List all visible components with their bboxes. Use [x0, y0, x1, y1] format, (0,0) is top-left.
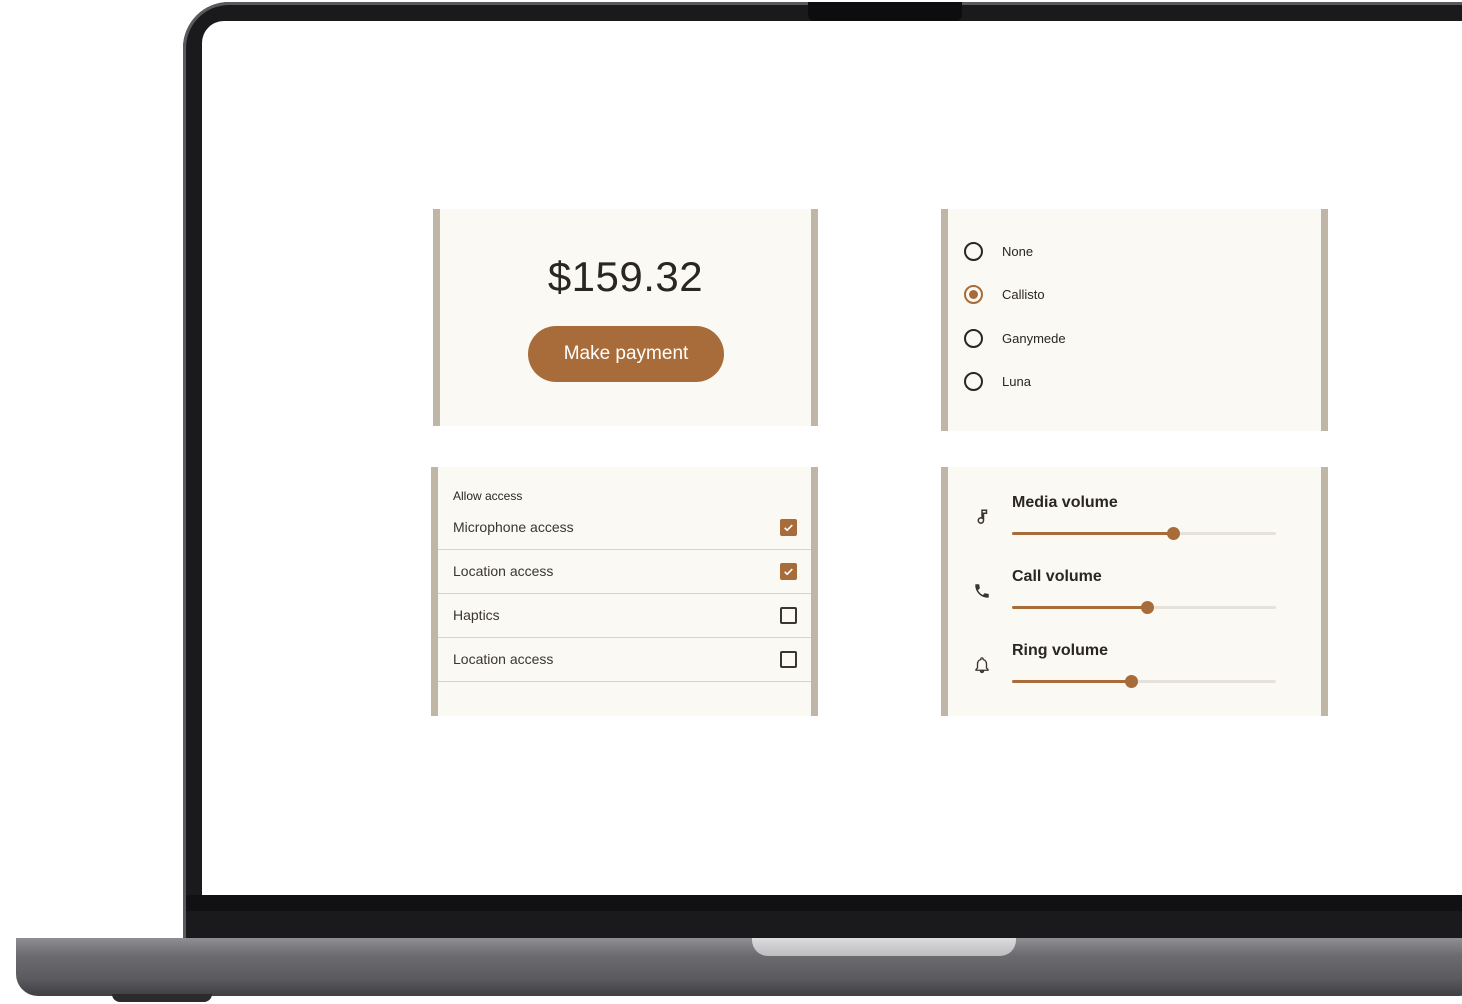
ring-volume-slider[interactable]	[1012, 675, 1276, 688]
payment-amount: $159.32	[547, 253, 704, 300]
access-item-label: Microphone access	[453, 519, 574, 535]
check-icon	[784, 567, 793, 575]
access-item-label: Location access	[453, 651, 554, 667]
radio-option-ganymede[interactable]: Ganymede	[964, 326, 1066, 350]
slider-thumb[interactable]	[1124, 675, 1138, 688]
slider-fill	[1012, 680, 1131, 683]
checkbox-unchecked[interactable]	[780, 650, 797, 668]
access-item-microphone[interactable]: Microphone access	[438, 505, 811, 549]
check-icon	[784, 523, 793, 531]
volume-label: Ring volume	[1012, 642, 1109, 659]
checkbox-checked[interactable]	[780, 562, 797, 580]
slider-thumb[interactable]	[1140, 601, 1154, 614]
radio-label: Luna	[1002, 373, 1031, 389]
radio-option-luna[interactable]: Luna	[964, 369, 1031, 393]
screen-bezel	[186, 895, 1462, 911]
radio-button-selected[interactable]	[964, 284, 983, 304]
music-note-icon	[970, 505, 994, 529]
radio-dot	[969, 289, 978, 299]
media-volume-row: Media volume	[948, 494, 1321, 564]
access-item-location-2[interactable]: Location access	[438, 637, 811, 681]
access-item-label: Location access	[453, 563, 554, 579]
checkbox-checked[interactable]	[780, 518, 797, 536]
checkbox-unchecked[interactable]	[780, 606, 797, 624]
radio-button[interactable]	[964, 241, 983, 261]
slider-thumb[interactable]	[1167, 527, 1181, 540]
radio-option-none[interactable]: None	[964, 239, 1033, 263]
access-item-label: Haptics	[453, 607, 500, 623]
moon-radio-card: None Callisto Ganymede Luna	[941, 209, 1328, 431]
radio-option-callisto[interactable]: Callisto	[964, 282, 1045, 306]
access-header: Allow access	[453, 489, 523, 503]
laptop-foot	[112, 994, 212, 1002]
slider-fill	[1012, 606, 1147, 609]
laptop-base-lip	[752, 938, 1016, 956]
ring-volume-row: Ring volume	[948, 642, 1321, 712]
screen: $159.32 Make payment None Callisto Ganym…	[202, 21, 1462, 895]
payment-card: $159.32 Make payment	[433, 209, 818, 426]
radio-button[interactable]	[964, 328, 983, 348]
media-volume-slider[interactable]	[1012, 527, 1276, 540]
call-volume-row: Call volume	[948, 568, 1321, 638]
access-item-location[interactable]: Location access	[438, 549, 811, 593]
bell-icon	[970, 653, 994, 677]
phone-icon	[970, 579, 994, 603]
volume-card: Media volume Call volume Ring volume	[941, 467, 1328, 716]
radio-label: None	[1002, 243, 1034, 259]
volume-label: Media volume	[1012, 494, 1118, 511]
divider	[438, 681, 811, 682]
access-item-haptics[interactable]: Haptics	[438, 593, 811, 637]
laptop-base	[16, 938, 1462, 996]
camera-notch	[808, 2, 962, 22]
slider-fill	[1012, 532, 1174, 535]
radio-label: Ganymede	[1002, 330, 1066, 346]
call-volume-slider[interactable]	[1012, 601, 1276, 614]
radio-button[interactable]	[964, 371, 983, 391]
allow-access-card: Allow access Microphone access Location …	[431, 467, 818, 716]
radio-label: Callisto	[1002, 286, 1045, 302]
make-payment-button[interactable]: Make payment	[528, 326, 724, 382]
volume-label: Call volume	[1012, 568, 1102, 585]
